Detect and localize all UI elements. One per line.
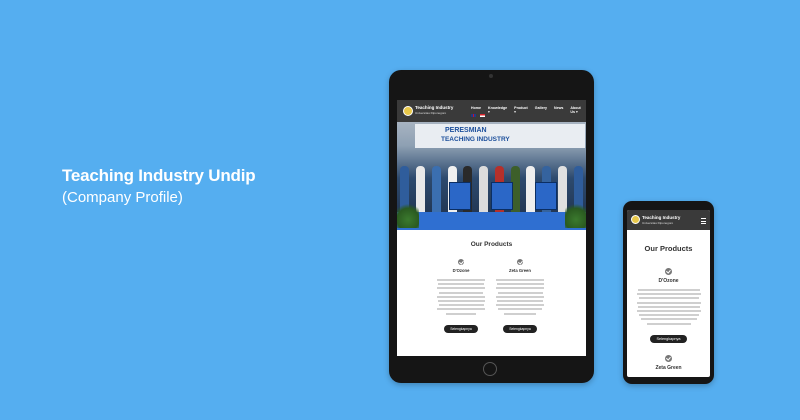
phone-nav: Teaching Industry Universitas Diponegoro — [627, 210, 710, 230]
plant-decoration — [565, 200, 586, 228]
section-title: Our Products — [470, 241, 513, 248]
menu-product[interactable]: Product ▾ — [514, 106, 528, 114]
product-description — [495, 279, 545, 315]
product-machine — [491, 182, 513, 210]
check-circle-icon — [458, 259, 464, 265]
tablet-screen: PERESMIAN TEACHING INDUSTRY Teaching Ind… — [397, 100, 586, 356]
menu-gallery[interactable]: Gallery — [535, 106, 547, 114]
menu-news[interactable]: News — [554, 106, 563, 114]
stage-floor — [397, 212, 586, 230]
product-name: Zeta Green — [655, 365, 682, 371]
hamburger-menu-icon[interactable] — [701, 218, 706, 224]
hero-banner-line1: PERESMIAN — [445, 127, 487, 134]
product-machine — [449, 182, 471, 210]
product-card: Zeta Green Selengkapnya — [495, 259, 545, 335]
tablet-camera-icon — [489, 74, 493, 78]
product-name: Zeta Green — [509, 268, 531, 273]
headline-block: Teaching Industry Undip (Company Profile… — [62, 166, 256, 206]
product-card: D'Ozone Selengkapnya — [627, 268, 710, 345]
product-card: Zeta Green — [627, 355, 710, 371]
product-description — [627, 289, 710, 325]
top-nav: Teaching Industry Universitas Diponegoro… — [397, 100, 586, 122]
tablet-device: PERESMIAN TEACHING INDUSTRY Teaching Ind… — [389, 70, 594, 383]
hero-banner-line2: TEACHING INDUSTRY — [441, 136, 510, 143]
headline-title: Teaching Industry Undip — [62, 166, 256, 185]
menu-knowledge[interactable]: Knowledge ▾ — [488, 106, 507, 114]
phone-screen: Teaching Industry Universitas Diponegoro… — [627, 210, 710, 377]
hero-banner: PERESMIAN TEACHING INDUSTRY — [415, 124, 585, 148]
check-circle-icon — [665, 268, 672, 275]
main-menu: Home Knowledge ▾ Product ▾ Gallery News … — [471, 106, 586, 114]
product-description — [436, 279, 486, 315]
product-name: D'Ozone — [658, 278, 679, 284]
tablet-home-button[interactable] — [483, 362, 497, 376]
site-brand-sub: Universitas Diponegoro — [415, 111, 447, 115]
language-flags — [471, 114, 485, 117]
phone-device: Teaching Industry Universitas Diponegoro… — [623, 201, 714, 384]
site-logo-icon[interactable] — [403, 106, 413, 116]
product-name: D'Ozone — [452, 268, 470, 273]
product-more-button[interactable]: Selengkapnya — [650, 334, 687, 343]
person-figure — [431, 166, 441, 214]
product-more-button[interactable]: Selengkapnya — [503, 324, 537, 333]
product-card: D'Ozone Selengkapnya — [436, 259, 486, 335]
site-brand[interactable]: Teaching Industry — [415, 105, 453, 110]
menu-about[interactable]: About Us ▾ — [570, 106, 586, 114]
check-circle-icon — [665, 355, 672, 362]
headline-subtitle: (Company Profile) — [62, 189, 183, 206]
flag-id-icon[interactable] — [480, 114, 485, 117]
flag-uk-icon[interactable] — [471, 114, 476, 117]
site-brand[interactable]: Teaching Industry — [642, 215, 680, 220]
plant-decoration — [397, 200, 419, 228]
site-logo-icon[interactable] — [631, 215, 640, 224]
product-machine — [535, 182, 557, 210]
product-more-button[interactable]: Selengkapnya — [444, 324, 478, 333]
person-figure — [479, 166, 489, 214]
site-brand-sub: Universitas Diponegoro — [642, 221, 674, 225]
section-title: Our Products — [644, 244, 693, 253]
check-circle-icon — [517, 259, 523, 265]
menu-home[interactable]: Home — [471, 106, 481, 114]
